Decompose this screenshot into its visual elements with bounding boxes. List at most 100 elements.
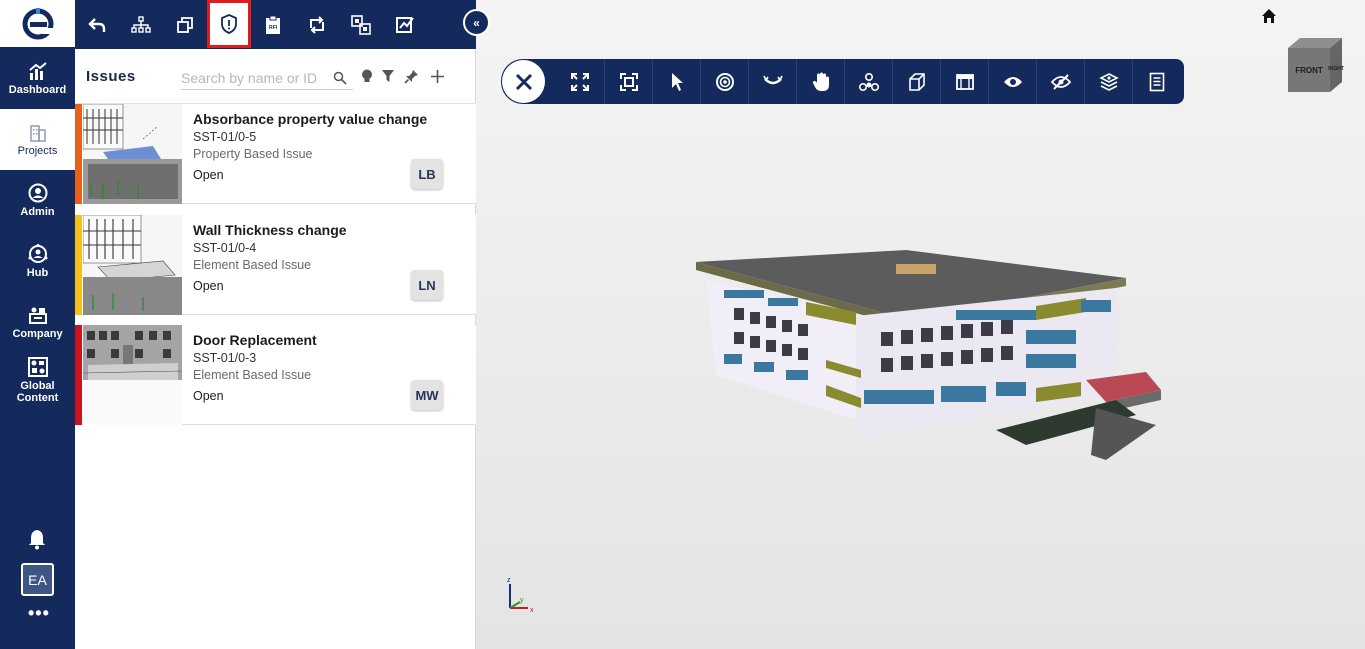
issue-status: Open	[193, 389, 224, 403]
axis-z-label: z	[507, 577, 511, 584]
issue-assignee-badge[interactable]: LB	[411, 159, 443, 189]
nav-company[interactable]: Company	[0, 292, 75, 353]
issue-shield-icon	[221, 14, 237, 34]
fullscreen-button[interactable]	[556, 59, 604, 104]
issue-title: Door Replacement	[193, 332, 317, 348]
measure-button[interactable]	[383, 0, 427, 49]
nav-label-global-content: Global Content	[16, 379, 59, 404]
compare-icon	[351, 14, 371, 35]
svg-text:RFI: RFI	[269, 25, 278, 31]
issue-title: Wall Thickness change	[193, 222, 347, 238]
select-button[interactable]	[652, 59, 700, 104]
section-plane-icon	[955, 73, 974, 90]
nav-hub[interactable]: Hub	[0, 231, 75, 292]
copy-button[interactable]	[163, 0, 207, 49]
building-3d-model[interactable]	[696, 250, 1176, 465]
user-avatar[interactable]: EA	[21, 563, 54, 596]
issue-thumbnail	[83, 215, 182, 315]
sync-button[interactable]	[295, 0, 339, 49]
logo[interactable]	[0, 0, 75, 47]
issue-card[interactable]: Door Replacement SST-01/0-3 Element Base…	[75, 325, 476, 425]
search-icon[interactable]	[333, 71, 347, 85]
app-window: Dashboard Projects Admin Hub Company Glo…	[0, 0, 1365, 649]
buildings-icon	[28, 122, 48, 142]
issue-card[interactable]: Wall Thickness change SST-01/0-4 Element…	[75, 215, 476, 315]
compare-button[interactable]	[339, 0, 383, 49]
orbit-icon	[715, 72, 734, 91]
select-pointer-icon	[671, 72, 683, 91]
nav-admin[interactable]: Admin	[0, 170, 75, 231]
issue-assignee-badge[interactable]: LN	[411, 270, 443, 300]
admin-user-icon	[28, 183, 48, 203]
nav-dashboard[interactable]: Dashboard	[0, 48, 75, 109]
issues-header: Issues	[75, 49, 476, 104]
pan-button[interactable]	[796, 59, 844, 104]
issues-button[interactable]	[207, 0, 251, 48]
issue-assignee-badge[interactable]: MW	[411, 380, 443, 410]
company-icon	[28, 305, 48, 325]
pin-icon[interactable]	[403, 68, 419, 84]
nav-projects[interactable]: Projects	[0, 109, 75, 170]
look-around-icon	[762, 75, 783, 84]
nav-label-company: Company	[12, 328, 63, 340]
chart-icon	[28, 61, 48, 81]
issue-status: Open	[193, 168, 224, 182]
search-box	[181, 66, 353, 90]
undo-button[interactable]	[75, 0, 119, 49]
section-box-button[interactable]	[892, 59, 940, 104]
model-tree-button[interactable]	[844, 59, 892, 104]
collapse-panel-button[interactable]: «	[463, 9, 490, 36]
fit-view-button[interactable]	[604, 59, 652, 104]
notifications-bell-icon[interactable]	[27, 528, 47, 550]
issue-code: SST-01/0-5	[193, 130, 257, 144]
undo-arrow-icon	[88, 17, 106, 32]
issue-priority-bar	[75, 104, 82, 204]
nav-global-content[interactable]: Global Content	[0, 352, 75, 408]
add-icon[interactable]	[429, 68, 445, 84]
rfi-button[interactable]: RFI	[251, 0, 295, 49]
axis-x-label: x	[530, 607, 534, 614]
bulb-icon[interactable]	[359, 68, 375, 84]
sync-icon	[310, 15, 324, 34]
search-input[interactable]	[181, 69, 329, 86]
issue-title: Absorbance property value change	[193, 111, 428, 127]
axis-y-label: y	[520, 597, 524, 604]
issue-priority-bar	[75, 215, 82, 315]
properties-button[interactable]	[1132, 59, 1180, 104]
hierarchy-button[interactable]	[119, 0, 163, 49]
section-box-icon	[908, 72, 925, 91]
measure-icon	[396, 16, 414, 33]
copy-icon	[177, 16, 193, 33]
viewer-toolbar	[501, 59, 1184, 104]
hub-icon	[28, 244, 48, 264]
issue-code: SST-01/0-3	[193, 351, 257, 365]
pan-hand-icon	[812, 72, 829, 91]
look-around-button[interactable]	[748, 59, 796, 104]
home-icon[interactable]	[1261, 8, 1277, 24]
close-viewer-button[interactable]	[502, 60, 545, 103]
nav-label-hub: Hub	[26, 267, 49, 279]
hierarchy-icon	[131, 15, 151, 33]
close-icon	[515, 73, 532, 90]
global-content-icon	[27, 356, 48, 377]
section-plane-button[interactable]	[940, 59, 988, 104]
layers-button[interactable]	[1084, 59, 1132, 104]
nav-label-projects: Projects	[17, 145, 58, 157]
more-options-button[interactable]: •••	[28, 604, 50, 622]
issue-priority-bar	[75, 325, 82, 425]
issues-title: Issues	[86, 68, 136, 85]
issue-type: Element Based Issue	[193, 368, 312, 382]
model-viewer[interactable]: FRONT RIGHT z x y	[476, 0, 1365, 649]
filter-icon[interactable]	[380, 68, 396, 84]
viewcube[interactable]: FRONT RIGHT	[1284, 36, 1344, 94]
panel-toolbar: RFI	[75, 0, 476, 49]
issue-card[interactable]: Absorbance property value change SST-01/…	[75, 104, 476, 204]
show-button[interactable]	[988, 59, 1036, 104]
brand-logo-icon	[22, 7, 54, 39]
layers-icon	[1098, 72, 1119, 91]
hide-button[interactable]	[1036, 59, 1084, 104]
viewcube-front-label: FRONT	[1295, 66, 1323, 75]
issues-panel: Issues Search by name or ID Absorbance p…	[75, 49, 476, 649]
orbit-button[interactable]	[700, 59, 748, 104]
issue-code: SST-01/0-4	[193, 241, 257, 255]
